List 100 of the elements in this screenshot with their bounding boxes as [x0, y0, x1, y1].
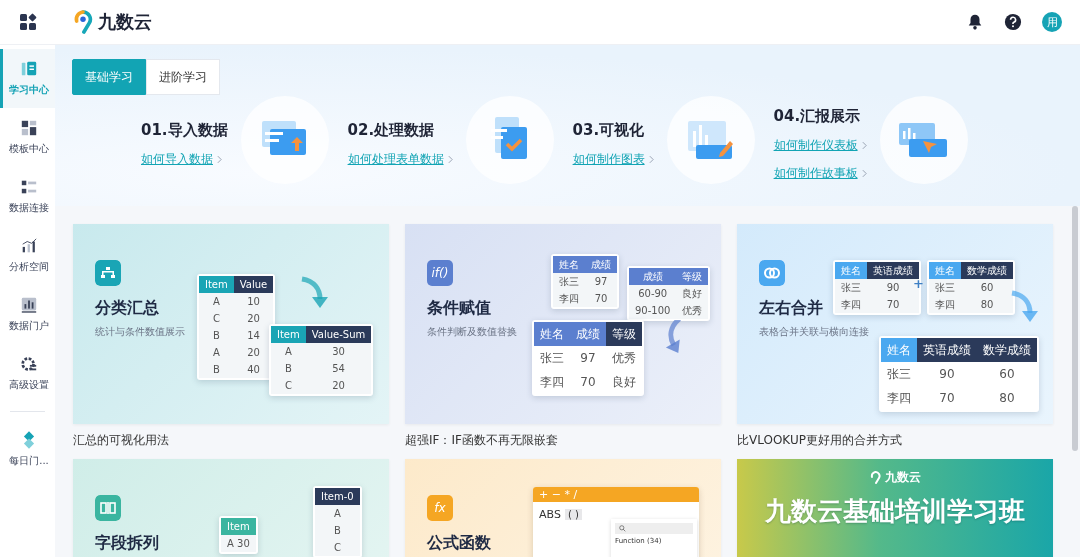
step-title: 04.汇报展示 [773, 106, 862, 126]
table-cell: 90-100 [629, 302, 677, 319]
table-cell: C [271, 377, 306, 394]
table-cell: 60 [961, 279, 1013, 296]
table-cell: 54 [305, 360, 372, 377]
search-icon [619, 525, 626, 532]
card-subtitle: 统计与条件数值展示 [95, 325, 185, 339]
table-cell: A [315, 505, 360, 522]
table-header: Item [221, 518, 256, 535]
table-cell: 70 [585, 290, 617, 307]
table-cell: 张三 [553, 273, 585, 290]
card-caption[interactable]: 汇总的可视化用法 [73, 432, 389, 449]
table-cell: A [199, 293, 234, 310]
chevron-right-icon [648, 154, 654, 164]
card-title: 字段拆列 [95, 533, 159, 554]
book-icon [20, 60, 38, 78]
table-header: 等级 [606, 322, 642, 346]
curved-arrow-icon [1009, 290, 1039, 324]
chevron-right-icon [217, 154, 222, 164]
table-header: 成绩 [585, 256, 617, 273]
table-cell: 张三 [929, 279, 961, 296]
table-cell: 张三 [835, 279, 867, 296]
card-title: 条件赋值 [427, 298, 491, 319]
help-icon[interactable] [1004, 13, 1022, 31]
bell-icon[interactable] [966, 13, 984, 31]
table-cell: A [199, 344, 234, 361]
table-header: 姓名 [553, 256, 585, 273]
table-header: 数学成绩 [961, 262, 1013, 279]
chart-edit-icon [665, 95, 756, 185]
step-title: 03.可视化 [572, 120, 646, 140]
table-cell: 80 [977, 386, 1037, 410]
banner-logo-text: 九数云 [884, 469, 921, 486]
gear-icon [20, 355, 38, 373]
chevron-right-icon [861, 140, 867, 150]
table-header: 英语成绩 [867, 262, 919, 279]
operator-bar: + − * / [533, 487, 699, 502]
card-subtitle: 表格合并关联与横向连接 [759, 325, 869, 339]
app-name: 九数云 [98, 10, 152, 34]
table-cell: 李四 [929, 296, 961, 313]
table-cell: 李四 [881, 386, 917, 410]
table-cell: 良好 [606, 370, 642, 394]
curved-arrow-icon [299, 276, 329, 310]
function-icon: if() [427, 260, 453, 286]
sidebar-item[interactable]: 数据连接 [0, 167, 55, 226]
tab[interactable]: 进阶学习 [146, 59, 220, 95]
document-upload-icon [239, 95, 330, 185]
card-subtitle: 条件判断及数值替换 [427, 325, 517, 339]
table-cell: 10 [233, 293, 274, 310]
table-cell: 李四 [835, 296, 867, 313]
table-cell: A [271, 343, 306, 360]
table-header: Item [271, 326, 306, 343]
table-header: 成绩 [570, 322, 606, 346]
sidebar-item[interactable]: 高级设置 [0, 344, 55, 403]
table-cell: 70 [867, 296, 919, 313]
logo-icon [73, 10, 93, 34]
table-header: Value [233, 276, 274, 293]
table-cell: 60-90 [629, 285, 677, 302]
scrollbar[interactable] [1072, 206, 1078, 451]
table-cell: 李四 [534, 370, 570, 394]
table-cell: 李四 [553, 290, 585, 307]
table-header: 姓名 [929, 262, 961, 279]
table-header: 成绩 [629, 268, 677, 285]
scatter-chart-icon [20, 237, 38, 255]
sidebar-item[interactable]: 数据门户 [0, 285, 55, 344]
logo-icon [869, 471, 881, 484]
step-title: 01.导入数据 [141, 120, 228, 140]
table-cell: 良好 [676, 285, 709, 302]
table-cell: C [315, 539, 360, 556]
card-caption[interactable]: 超强IF：IF函数不再无限嵌套 [405, 432, 721, 449]
function-name: ABS [539, 508, 561, 521]
step-title: 02.处理数据 [347, 120, 436, 140]
table-cell: 80 [961, 296, 1013, 313]
clipboard-check-icon [464, 95, 555, 185]
card-title: 公式函数 [427, 533, 491, 554]
function-icon: fx [427, 495, 453, 521]
table-cell: B [199, 361, 234, 378]
sidebar-item[interactable]: 模板中心 [0, 108, 55, 167]
card-title: 左右合并 [759, 298, 823, 319]
dashboard-send-icon [878, 95, 969, 185]
list-icon [20, 178, 38, 196]
table-cell: 优秀 [676, 302, 709, 319]
banner-title: 九数云基础培训学习班 [765, 495, 1025, 528]
table-cell: C [199, 310, 234, 327]
table-cell: 20 [233, 310, 274, 327]
table-cell: B [199, 327, 234, 344]
card-caption[interactable]: 比VLOOKUP更好用的合并方式 [737, 432, 1053, 449]
apps-icon[interactable] [18, 13, 37, 31]
table-header: Item [199, 276, 234, 293]
sidebar-item[interactable]: 每日门... [0, 420, 55, 479]
table-header: 姓名 [534, 322, 570, 346]
table-cell: B [271, 360, 306, 377]
card-title: 分类汇总 [95, 298, 159, 319]
table-cell: 20 [305, 377, 372, 394]
sidebar-item[interactable]: 分析空间 [0, 226, 55, 285]
chevron-right-icon [861, 168, 867, 178]
table-header: Value-Sum [305, 326, 372, 343]
table-cell: 30 [305, 343, 372, 360]
table-header: 等级 [676, 268, 709, 285]
table-header: 英语成绩 [917, 338, 977, 362]
parentheses: ( ) [564, 509, 582, 520]
